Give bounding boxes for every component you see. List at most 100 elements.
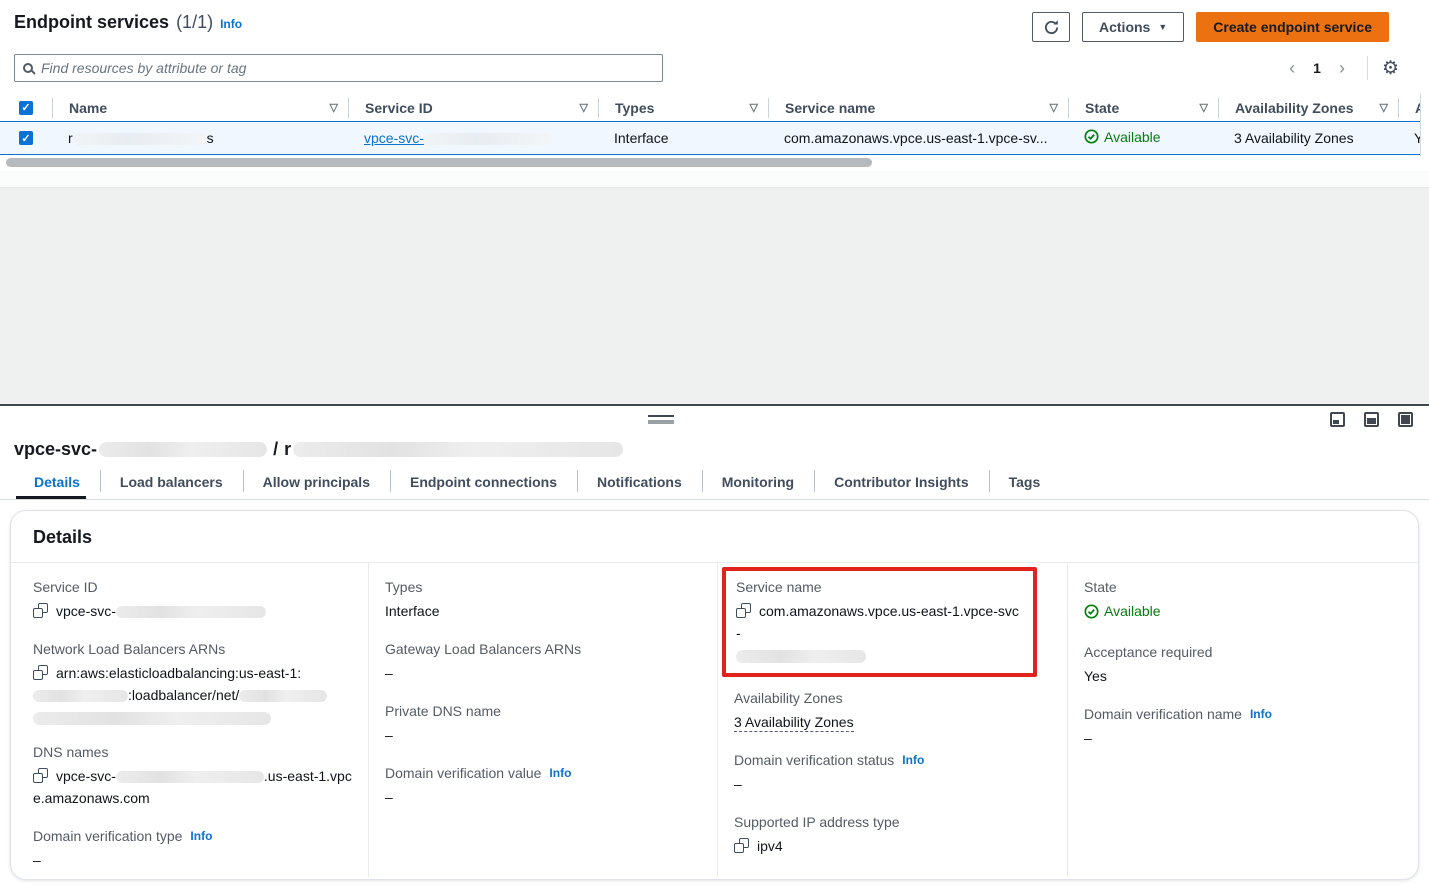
- column-header-service-name[interactable]: Service name ▽: [768, 98, 1068, 118]
- redacted-text: [424, 133, 552, 145]
- panel-tabs: Details Load balancers Allow principals …: [0, 464, 1429, 500]
- previous-page-button[interactable]: ‹: [1281, 58, 1303, 79]
- copy-icon[interactable]: [33, 603, 48, 618]
- column-header-availability-zones[interactable]: Availability Zones ▽: [1218, 98, 1398, 118]
- table-controls: ‹ 1 › ⚙: [0, 54, 1429, 82]
- horizontal-scrollbar[interactable]: [6, 158, 1423, 168]
- field-dns-names: DNS names vpce-svc-.us-east-1.vpce.amazo…: [33, 744, 352, 809]
- details-column-2: Types Interface Gateway Load Balancers A…: [368, 563, 717, 877]
- info-link[interactable]: Info: [549, 766, 571, 780]
- tab-tags[interactable]: Tags: [989, 464, 1061, 499]
- row-checkbox[interactable]: ✓: [19, 131, 33, 145]
- table-row[interactable]: ✓ rs vpce-svc- Interface com.amazonaws.v…: [0, 121, 1429, 155]
- endpoint-services-page: Endpoint services (1/1) Info Actions ▼ C…: [0, 0, 1429, 188]
- page-title: Endpoint services: [14, 12, 169, 33]
- column-header-service-id[interactable]: Service ID ▽: [348, 98, 598, 118]
- service-id-link[interactable]: vpce-svc-: [364, 130, 552, 146]
- panel-size-full-icon[interactable]: [1398, 412, 1413, 427]
- redacted-text: [239, 690, 327, 702]
- service-name-highlight-box: Service name com.amazonaws.vpce.us-east-…: [722, 567, 1037, 677]
- field-domain-verification-name: Domain verification nameInfo –: [1084, 706, 1402, 749]
- redacted-text: [116, 606, 266, 618]
- tab-endpoint-connections[interactable]: Endpoint connections: [390, 464, 577, 499]
- search-icon: [23, 63, 33, 73]
- redacted-text: [736, 650, 866, 663]
- info-link[interactable]: Info: [190, 829, 212, 843]
- redacted-text: [99, 442, 267, 457]
- sort-icon[interactable]: ▽: [1050, 101, 1058, 114]
- details-column-4: State Available Acceptance required Yes …: [1067, 563, 1418, 877]
- panel-size-half-icon[interactable]: [1364, 412, 1379, 427]
- sort-icon[interactable]: ▽: [330, 101, 338, 114]
- sort-icon[interactable]: ▽: [1380, 101, 1388, 114]
- select-all-checkbox[interactable]: ✓: [19, 101, 33, 115]
- availability-zones-tooltip-trigger[interactable]: 3 Availability Zones: [734, 714, 854, 732]
- available-status-icon: [1084, 604, 1099, 619]
- field-types: Types Interface: [385, 579, 701, 622]
- resource-count: (1/1): [176, 12, 213, 33]
- create-button-label: Create endpoint service: [1213, 19, 1372, 35]
- cell-availability-zones: 3 Availability Zones: [1218, 130, 1398, 146]
- sort-icon[interactable]: ▽: [580, 101, 588, 114]
- search-input[interactable]: [41, 60, 654, 76]
- copy-icon[interactable]: [33, 665, 48, 680]
- column-header-state[interactable]: State ▽: [1068, 98, 1218, 118]
- field-state: State Available: [1084, 579, 1402, 625]
- panel-title: vpce-svc- / r: [0, 432, 1429, 464]
- tab-notifications[interactable]: Notifications: [577, 464, 702, 499]
- scrollbar-thumb[interactable]: [6, 158, 872, 167]
- next-page-button[interactable]: ›: [1331, 58, 1353, 79]
- cell-service-name: com.amazonaws.vpce.us-east-1.vpce-sv...: [768, 130, 1068, 146]
- availability-zones-tooltip-trigger[interactable]: 3 Availability Zones: [1234, 130, 1354, 146]
- info-link[interactable]: Info: [1250, 707, 1272, 721]
- tab-allow-principals[interactable]: Allow principals: [243, 464, 390, 499]
- details-card-heading: Details: [11, 511, 1418, 563]
- refresh-button[interactable]: [1032, 12, 1070, 42]
- copy-icon[interactable]: [736, 603, 751, 618]
- column-header-types[interactable]: Types ▽: [598, 98, 768, 118]
- redacted-text: [293, 442, 623, 457]
- cell-types: Interface: [598, 130, 768, 146]
- field-service-name: Service name com.amazonaws.vpce.us-east-…: [736, 579, 1023, 663]
- settings-gear-icon[interactable]: ⚙: [1382, 59, 1399, 78]
- panel-size-small-icon[interactable]: [1330, 412, 1345, 427]
- column-header-name[interactable]: Name ▽: [52, 98, 348, 118]
- tab-contributor-insights[interactable]: Contributor Insights: [814, 464, 989, 499]
- field-domain-verification-status: Domain verification statusInfo –: [734, 752, 1051, 795]
- copy-icon[interactable]: [734, 838, 749, 853]
- table-gutter: [1420, 94, 1429, 156]
- redacted-text: [116, 771, 264, 783]
- redacted-text: [33, 712, 271, 725]
- page-header: Endpoint services (1/1) Info Actions ▼ C…: [0, 12, 1429, 46]
- cell-state: Available: [1068, 129, 1218, 148]
- tab-load-balancers[interactable]: Load balancers: [100, 464, 243, 499]
- details-column-1: Service ID vpce-svc- Network Load Balanc…: [11, 563, 368, 877]
- table-header-row: ✓ Name ▽ Service ID ▽ Types ▽ Service na…: [0, 94, 1429, 121]
- endpoint-services-table: ✓ Name ▽ Service ID ▽ Types ▽ Service na…: [0, 94, 1429, 188]
- divider: [1367, 56, 1368, 80]
- field-service-id: Service ID vpce-svc-: [33, 579, 352, 622]
- redacted-text: [33, 690, 128, 702]
- info-link[interactable]: Info: [902, 753, 924, 767]
- tab-monitoring[interactable]: Monitoring: [702, 464, 814, 499]
- field-acceptance-required: Acceptance required Yes: [1084, 644, 1402, 687]
- field-domain-verification-value: Domain verification valueInfo –: [385, 765, 701, 808]
- actions-button[interactable]: Actions ▼: [1082, 12, 1184, 42]
- copy-icon[interactable]: [33, 768, 48, 783]
- details-card: Details Service ID vpce-svc- Network Loa…: [10, 510, 1419, 880]
- current-page-number[interactable]: 1: [1309, 60, 1325, 76]
- sort-icon[interactable]: ▽: [1200, 101, 1208, 114]
- page-info-link[interactable]: Info: [220, 17, 242, 31]
- panel-resize-handle[interactable]: [648, 415, 674, 424]
- search-box[interactable]: [14, 54, 663, 82]
- sort-icon[interactable]: ▽: [750, 101, 758, 114]
- field-domain-verification-type: Domain verification typeInfo –: [33, 828, 352, 871]
- create-endpoint-service-button[interactable]: Create endpoint service: [1196, 12, 1389, 42]
- actions-button-label: Actions: [1099, 19, 1150, 35]
- redacted-text: [73, 133, 207, 145]
- details-column-3: Service name com.amazonaws.vpce.us-east-…: [717, 563, 1067, 877]
- tab-details[interactable]: Details: [14, 464, 100, 499]
- table-footer-strip: [0, 171, 1429, 188]
- field-supported-ip-address-type: Supported IP address type ipv4: [734, 814, 1051, 857]
- split-panel: vpce-svc- / r Details Load balancers All…: [0, 404, 1429, 886]
